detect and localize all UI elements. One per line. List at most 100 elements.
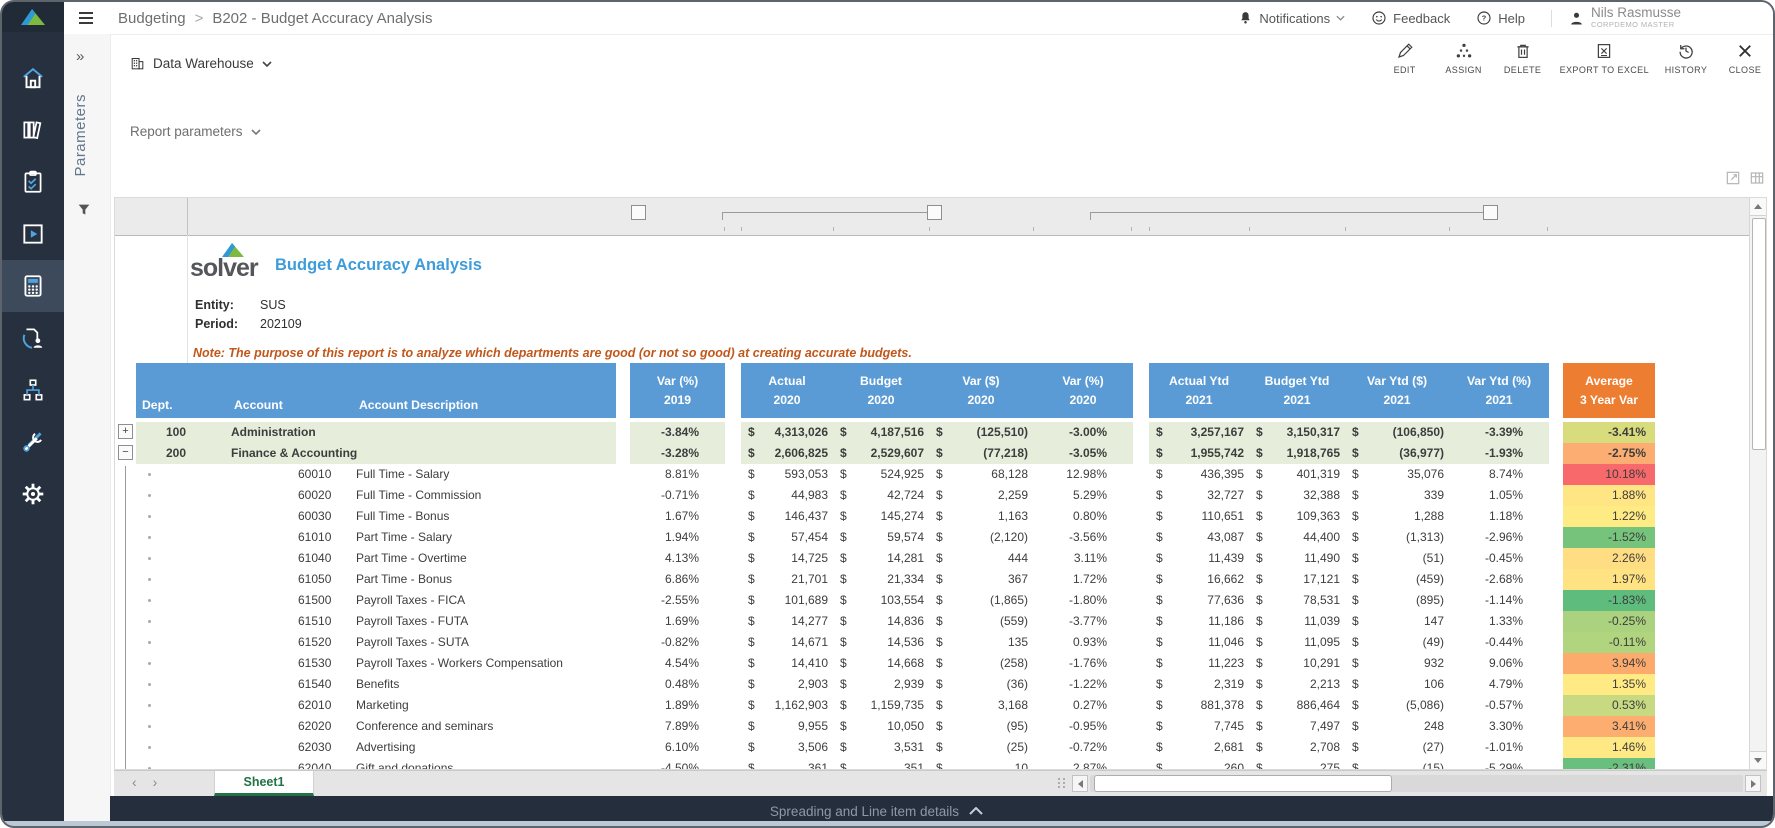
sidebar-item-player[interactable]	[2, 208, 64, 260]
cell-vp21[interactable]: -5.29%	[1449, 758, 1549, 770]
edit-button[interactable]: EDIT	[1383, 42, 1427, 75]
scroll-down-button[interactable]	[1750, 751, 1766, 769]
cell-b21[interactable]: $2,213	[1249, 674, 1345, 695]
cell-vp20[interactable]: -0.72%	[1033, 737, 1133, 758]
cell-b20[interactable]: $524,925	[833, 464, 929, 485]
cell-vp21[interactable]: 9.06%	[1449, 653, 1549, 674]
cell-a20[interactable]: $9,955	[741, 716, 833, 737]
cell-vd20[interactable]: $367	[929, 569, 1033, 590]
cell-b20[interactable]: $3,531	[833, 737, 929, 758]
cell-avg[interactable]: 1.88%	[1563, 485, 1655, 506]
horizontal-scroll-thumb[interactable]	[1094, 775, 1392, 792]
cell-b21[interactable]: $10,291	[1249, 653, 1345, 674]
cell-desc[interactable]: Payroll Taxes - Workers Compensation	[353, 653, 616, 674]
sheet-nav-prev-button[interactable]: ‹	[132, 774, 137, 790]
cell-vp21[interactable]: -0.57%	[1449, 695, 1549, 716]
cell-b20[interactable]: $2,529,607	[833, 443, 929, 464]
cell-a20[interactable]: $1,162,903	[741, 695, 833, 716]
column-group-collapse-button-2[interactable]	[1483, 205, 1498, 220]
cell-b20[interactable]: $14,281	[833, 548, 929, 569]
sidebar-item-settings[interactable]	[2, 468, 64, 520]
cell-account[interactable]: 61500	[228, 590, 353, 611]
cell-vp20[interactable]: 12.98%	[1033, 464, 1133, 485]
cell-vp20[interactable]: -0.95%	[1033, 716, 1133, 737]
cell-a20[interactable]: $44,983	[741, 485, 833, 506]
row-group-expand-button[interactable]: +	[118, 424, 133, 439]
cell-a21[interactable]: $3,257,167	[1149, 422, 1249, 443]
cell-avg[interactable]: -2.75%	[1563, 443, 1655, 464]
cell-v19[interactable]: -0.82%	[630, 632, 725, 653]
cell-avg[interactable]: 2.26%	[1563, 548, 1655, 569]
cell-vd21[interactable]: $248	[1345, 716, 1449, 737]
sidebar-item-reports[interactable]	[2, 260, 64, 312]
cell-vp20[interactable]: 5.29%	[1033, 485, 1133, 506]
export-to-excel-button[interactable]: EXPORT TO EXCEL	[1560, 42, 1649, 75]
cell-b21[interactable]: $11,490	[1249, 548, 1345, 569]
cell-vd21[interactable]: $(5,086)	[1345, 695, 1449, 716]
close-button[interactable]: CLOSE	[1723, 42, 1767, 75]
cell-vp20[interactable]: 3.11%	[1033, 548, 1133, 569]
cell-a20[interactable]: $3,506	[741, 737, 833, 758]
sidebar-item-tools[interactable]	[2, 416, 64, 468]
header-b20[interactable]: Budget2020	[833, 363, 929, 418]
cell-account[interactable]: 60010	[228, 464, 353, 485]
hamburger-menu-icon[interactable]	[78, 11, 94, 25]
cell-b20[interactable]: $14,836	[833, 611, 929, 632]
cell-vp21[interactable]: 1.18%	[1449, 506, 1549, 527]
cell-avg[interactable]: -1.52%	[1563, 527, 1655, 548]
cell-avg[interactable]: -3.41%	[1563, 422, 1655, 443]
cell-desc[interactable]: Part Time - Salary	[353, 527, 616, 548]
sheet-tab-sheet1[interactable]: Sheet1	[214, 771, 314, 796]
cell-v19[interactable]: 1.94%	[630, 527, 725, 548]
cell-desc[interactable]: Full Time - Salary	[353, 464, 616, 485]
feedback-button[interactable]: Feedback	[1371, 10, 1450, 26]
vertical-scrollbar[interactable]	[1749, 198, 1766, 769]
cell-vp21[interactable]: -1.01%	[1449, 737, 1549, 758]
header-a21[interactable]: Actual Ytd2021	[1149, 363, 1249, 418]
cell-a21[interactable]: $16,662	[1149, 569, 1249, 590]
cell-b20[interactable]: $14,668	[833, 653, 929, 674]
cell-b20[interactable]: $103,554	[833, 590, 929, 611]
cell-avg[interactable]: -0.25%	[1563, 611, 1655, 632]
header-b21[interactable]: Budget Ytd2021	[1249, 363, 1345, 418]
sidebar-item-tasks[interactable]	[2, 156, 64, 208]
cell-vd21[interactable]: $35,076	[1345, 464, 1449, 485]
cell-b21[interactable]: $78,531	[1249, 590, 1345, 611]
help-button[interactable]: ? Help	[1476, 10, 1525, 26]
cell-a21[interactable]: $11,046	[1149, 632, 1249, 653]
cell-vp21[interactable]: -2.68%	[1449, 569, 1549, 590]
header-vd20[interactable]: Var ($)2020	[929, 363, 1033, 418]
cell-account[interactable]: 62030	[228, 737, 353, 758]
column-group-expand-button[interactable]	[631, 205, 646, 220]
splitter-handle-icon[interactable]	[1058, 778, 1066, 788]
cell-a21[interactable]: $77,636	[1149, 590, 1249, 611]
cell-a20[interactable]: $21,701	[741, 569, 833, 590]
header-desc[interactable]: Account Description	[353, 363, 616, 418]
cell-account[interactable]: 60020	[228, 485, 353, 506]
cell-vd20[interactable]: $(1,865)	[929, 590, 1033, 611]
cell-account[interactable]: 62010	[228, 695, 353, 716]
cell-a21[interactable]: $436,395	[1149, 464, 1249, 485]
solver-logo-icon[interactable]	[2, 2, 64, 32]
rail-expand-button[interactable]: »	[76, 48, 84, 65]
cell-vp20[interactable]: -3.77%	[1033, 611, 1133, 632]
notifications-button[interactable]: Notifications	[1238, 10, 1345, 26]
cell-vp21[interactable]: 8.74%	[1449, 464, 1549, 485]
cell-vp20[interactable]: -3.00%	[1033, 422, 1133, 443]
cell-b20[interactable]: $4,187,516	[833, 422, 929, 443]
cell-desc[interactable]: Full Time - Bonus	[353, 506, 616, 527]
cell-b21[interactable]: $275	[1249, 758, 1345, 770]
cell-a21[interactable]: $2,681	[1149, 737, 1249, 758]
cell-desc[interactable]: Payroll Taxes - SUTA	[353, 632, 616, 653]
column-group-collapse-button-1[interactable]	[927, 205, 942, 220]
cell-vd20[interactable]: $(77,218)	[929, 443, 1033, 464]
delete-button[interactable]: DELETE	[1501, 42, 1545, 75]
cell-a21[interactable]: $260	[1149, 758, 1249, 770]
cell-vp20[interactable]: -1.76%	[1033, 653, 1133, 674]
expand-view-icon[interactable]	[1725, 170, 1741, 186]
cell-desc[interactable]: Part Time - Overtime	[353, 548, 616, 569]
header-vp20[interactable]: Var (%)2020	[1033, 363, 1133, 418]
data-warehouse-selector[interactable]: Data Warehouse	[130, 56, 272, 71]
cell-a21[interactable]: $43,087	[1149, 527, 1249, 548]
cell-b21[interactable]: $7,497	[1249, 716, 1345, 737]
